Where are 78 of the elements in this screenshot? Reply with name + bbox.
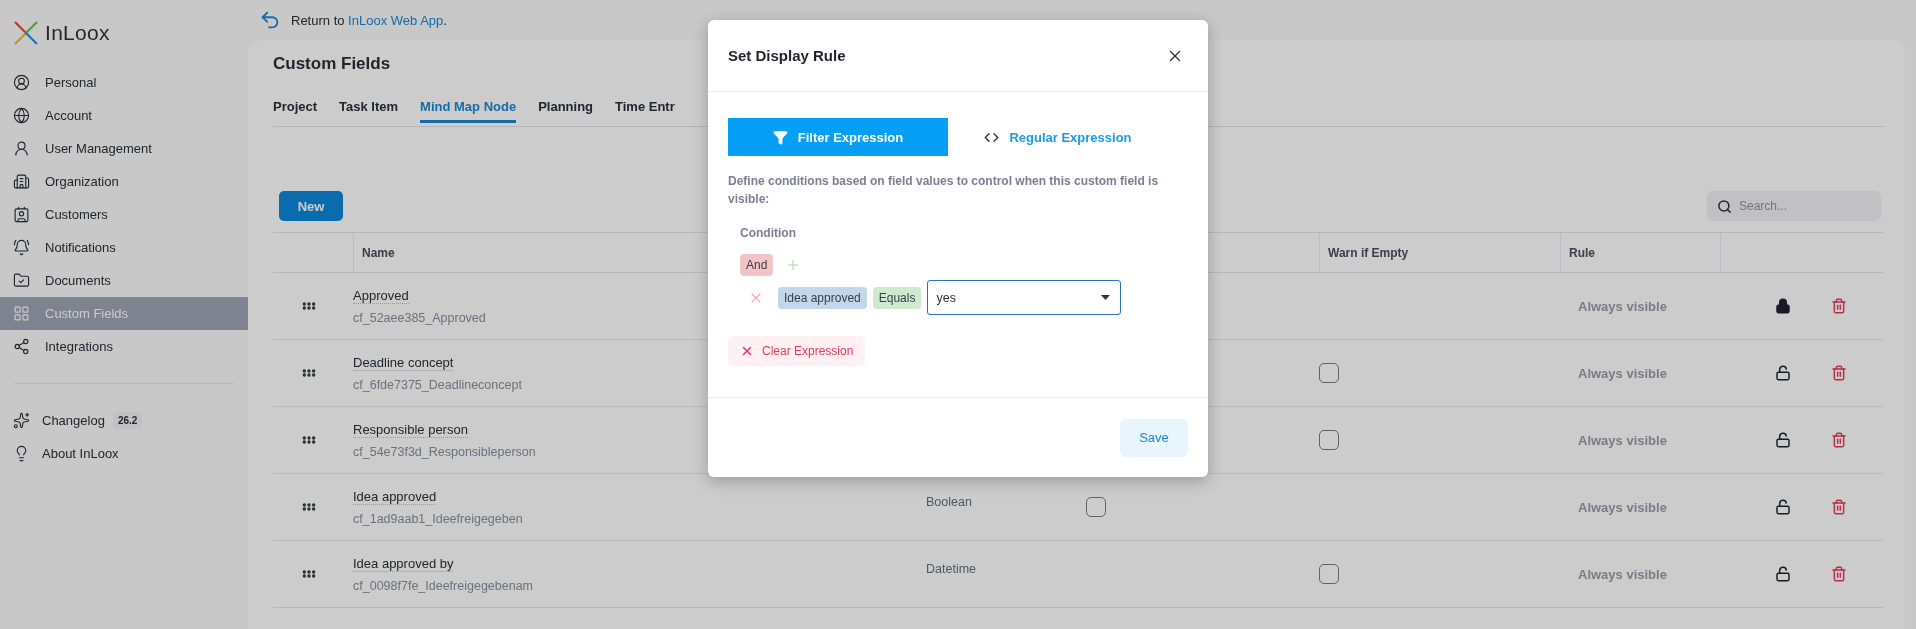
column-header: Warn if Empty xyxy=(1328,245,1409,260)
trash-icon[interactable] xyxy=(1831,365,1847,381)
globe-icon xyxy=(13,107,30,124)
value-select[interactable]: yes xyxy=(927,280,1122,315)
open-lock-icon[interactable] xyxy=(1775,432,1791,448)
trash-icon[interactable] xyxy=(1831,566,1847,582)
open-lock-icon[interactable] xyxy=(1775,499,1791,515)
field-name: Idea approved xyxy=(353,488,437,505)
user-circle-icon xyxy=(13,74,30,91)
tab[interactable]: Planning xyxy=(538,93,594,123)
clear-expression-button[interactable]: Clear Expression xyxy=(728,336,866,366)
user-icon xyxy=(13,140,30,157)
trash-icon[interactable] xyxy=(1831,298,1847,314)
return-text: Return to InLoox Web App. xyxy=(291,12,447,28)
field-key: cf_54e73f3d_Responsibleperson xyxy=(353,444,536,459)
field-name: Idea approved by xyxy=(353,555,454,572)
rule-text: Always visible xyxy=(1577,566,1667,582)
sidebar-item[interactable]: Integrations xyxy=(0,330,248,363)
description-text: Define conditions based on field values to control when this custom field is visible: xyxy=(728,173,1160,208)
grid-icon xyxy=(13,305,30,322)
field-name: Approved xyxy=(353,287,409,304)
field-name: Responsible person xyxy=(353,421,468,438)
logo-text: InLoox xyxy=(45,21,110,45)
checkbox[interactable] xyxy=(1319,564,1339,584)
tab[interactable]: Project xyxy=(273,93,318,123)
sidebar-item[interactable]: User Management xyxy=(0,132,248,165)
sidebar-item[interactable]: Changelog 26.2 xyxy=(0,404,248,437)
column-header: Rule xyxy=(1569,245,1595,260)
back-arrow-icon[interactable] xyxy=(259,9,281,31)
save-button[interactable]: Save xyxy=(1120,418,1188,457)
rule-text: Always visible xyxy=(1577,298,1667,314)
close-icon xyxy=(740,344,754,358)
field-type: Boolean xyxy=(926,495,972,509)
version-badge: 26.2 xyxy=(112,412,143,429)
contact-card-icon xyxy=(13,206,30,223)
tab[interactable]: Time Entr xyxy=(615,93,675,123)
sidebar-item[interactable]: Organization xyxy=(0,165,248,198)
building-icon xyxy=(13,173,30,190)
search-icon xyxy=(1717,199,1732,214)
open-lock-icon[interactable] xyxy=(1775,365,1791,381)
tab[interactable]: Task Item xyxy=(339,93,399,123)
checkbox[interactable] xyxy=(1086,497,1106,517)
sidebar-item[interactable]: Personal xyxy=(0,66,248,99)
sparkles-icon xyxy=(13,412,30,429)
caret-icon xyxy=(1101,295,1111,300)
group-operator-chip[interactable]: And xyxy=(740,254,774,276)
sidebar-item[interactable]: Customers xyxy=(0,198,248,231)
condition-label: Condition xyxy=(740,226,797,240)
field-key: cf_0098f7fe_Ideefreigegebenam xyxy=(353,578,533,593)
sidebar-item[interactable]: About InLoox xyxy=(0,437,248,470)
sidebar-item[interactable]: Documents xyxy=(0,264,248,297)
field-key: cf_1ad9aab1_Ideefreigegeben xyxy=(353,511,523,526)
field-key: cf_6fde7375_Deadlineconcept xyxy=(353,377,522,392)
folder-check-icon xyxy=(13,272,30,289)
operator-chip[interactable]: Equals xyxy=(872,286,922,309)
field-name: Deadline concept xyxy=(353,354,454,371)
filter-icon xyxy=(772,129,788,145)
trash-icon[interactable] xyxy=(1831,499,1847,515)
checkbox[interactable] xyxy=(1319,363,1339,383)
field-chip[interactable]: Idea approved xyxy=(778,286,867,309)
bell-icon xyxy=(13,239,30,256)
search-field[interactable]: Search... xyxy=(1707,191,1881,221)
trash-icon[interactable] xyxy=(1831,432,1847,448)
field-key: cf_52aee385_Approved xyxy=(353,310,486,325)
rule-text: Always visible xyxy=(1577,365,1667,381)
sidebar-item[interactable]: Account xyxy=(0,99,248,132)
sidebar-item[interactable]: Notifications xyxy=(0,231,248,264)
column-header: Name xyxy=(362,245,395,260)
page-title: Custom Fields xyxy=(273,53,391,75)
nodes-icon xyxy=(13,338,30,355)
lock-icon[interactable] xyxy=(1775,298,1791,314)
dialog-title: Set Display Rule xyxy=(728,47,846,64)
rule-text: Always visible xyxy=(1577,499,1667,515)
checkbox[interactable] xyxy=(1319,430,1339,450)
field-type: Datetime xyxy=(926,562,977,576)
logo-icon xyxy=(13,20,39,46)
open-lock-icon[interactable] xyxy=(1775,566,1791,582)
rule-text: Always visible xyxy=(1577,432,1667,448)
